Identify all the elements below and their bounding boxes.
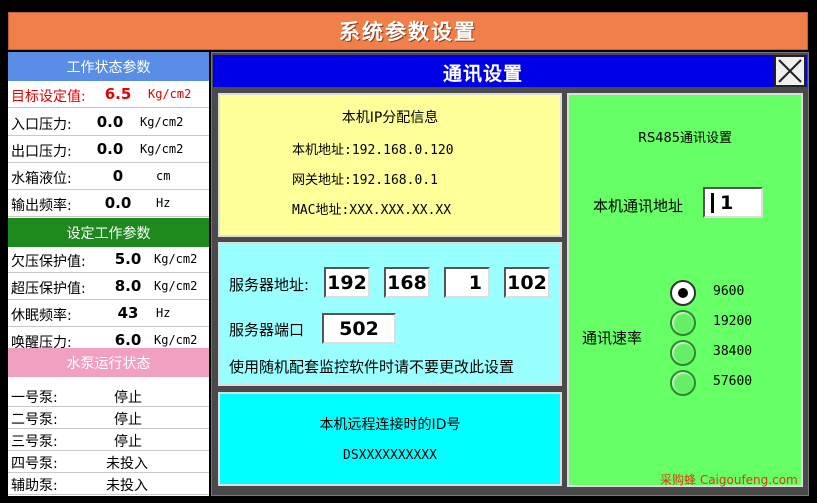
pump-label: 一号泵: (11, 390, 58, 406)
setting-label: 超压保护值: (11, 281, 86, 297)
app-title: 系统参数设置 (339, 19, 477, 44)
remote-id-panel: 本机远程连接时的ID号 DSXXXXXXXXXX (218, 392, 562, 486)
baud-radio-57600[interactable] (670, 370, 696, 396)
setting-value[interactable]: 6.0 (108, 331, 148, 349)
status-value: 0.0 (96, 140, 124, 158)
server-ip-octet-4[interactable]: 102 (504, 267, 550, 298)
close-button[interactable] (774, 55, 806, 87)
remote-id-value: DSXXXXXXXXXX (343, 448, 437, 463)
status-unit: Kg/cm2 (140, 115, 184, 129)
status-row-inlet: 入口压力: 0.0 Kg/cm2 (8, 110, 209, 136)
setting-unit: Hz (156, 306, 171, 320)
status-label: 目标设定值: (11, 89, 86, 105)
close-x-icon (778, 59, 802, 83)
status-label: 输出频率: (11, 198, 72, 214)
status-row-outlet: 出口压力: 0.0 Kg/cm2 (8, 137, 209, 163)
server-ip-octet-2[interactable]: 168 (384, 267, 430, 298)
setting-unit: Kg/cm2 (154, 333, 198, 347)
pumps-header: 水泵运行状态 (8, 348, 209, 377)
status-label: 出口压力: (11, 144, 72, 160)
pump-label: 二号泵: (11, 412, 58, 428)
pump-row-1: 一号泵: 停止 (8, 385, 209, 407)
server-port-label: 服务器端口 (229, 321, 305, 339)
status-unit: Kg/cm2 (148, 87, 192, 101)
local-address: 本机地址:192.168.0.120 (292, 143, 454, 158)
pump-status: 停止 (114, 390, 142, 406)
pump-row-3: 三号泵: 停止 (8, 429, 209, 451)
baud-option-label: 19200 (713, 314, 753, 329)
settings-header: 设定工作参数 (8, 218, 209, 247)
server-ip-octet-3[interactable]: 1 (444, 267, 490, 298)
rs485-address-label: 本机通讯地址 (593, 197, 684, 215)
status-value: 0.0 (104, 194, 132, 212)
status-unit: Kg/cm2 (140, 142, 184, 156)
status-value: 6.5 (104, 85, 132, 103)
pump-label: 辅助泵: (11, 478, 58, 494)
server-port-field[interactable]: 502 (322, 313, 396, 344)
status-label: 水箱液位: (11, 171, 72, 187)
server-settings-panel: 服务器地址: 192 168 1 102 服务器端口 502 使用随机配套监控软… (218, 242, 562, 386)
dialog-title: 通讯设置 (442, 63, 523, 85)
status-row-frequency: 输出频率: 0.0 Hz (8, 191, 209, 217)
status-unit: Hz (156, 196, 171, 210)
ip-info-panel: 本机IP分配信息 本机地址:192.168.0.120 网关地址:192.168… (218, 93, 562, 237)
remote-id-title: 本机远程连接时的ID号 (319, 417, 461, 433)
setting-value[interactable]: 43 (108, 304, 148, 322)
pump-status: 停止 (114, 412, 142, 428)
rs485-panel: RS485通讯设置 本机通讯地址 1 通讯速率 9600 19200 38400… (567, 93, 803, 487)
pump-row-4: 四号泵: 未投入 (8, 451, 209, 473)
pump-row-2: 二号泵: 停止 (8, 407, 209, 429)
pump-status: 未投入 (106, 456, 148, 472)
setting-value[interactable]: 5.0 (108, 250, 148, 268)
baud-option-label: 57600 (713, 374, 753, 389)
status-row-tank-level: 水箱液位: 0 cm (8, 164, 209, 190)
setting-unit: Kg/cm2 (154, 279, 198, 293)
status-value: 0.0 (96, 113, 124, 131)
baud-radio-19200[interactable] (670, 310, 696, 336)
left-status-panel: 工作状态参数 目标设定值: 6.5 Kg/cm2 入口压力: 0.0 Kg/cm… (8, 52, 209, 496)
ip-info-title: 本机IP分配信息 (341, 110, 439, 126)
setting-label: 欠压保护值: (11, 254, 86, 270)
mac-address: MAC地址:XXX.XXX.XX.XX (292, 203, 452, 218)
status-value: 0 (112, 167, 124, 185)
server-note: 使用随机配套监控软件时请不要更改此设置 (229, 358, 515, 376)
baud-radio-9600[interactable] (670, 280, 696, 306)
app-header: 系统参数设置 (8, 12, 808, 50)
pump-row-aux: 辅助泵: 未投入 (8, 473, 209, 495)
gateway-address: 网关地址:192.168.0.1 (292, 173, 438, 188)
rs485-address-field[interactable]: 1 (703, 187, 763, 218)
setting-row-underpressure[interactable]: 欠压保护值: 5.0 Kg/cm2 (8, 247, 209, 273)
baud-rate-label: 通讯速率 (582, 329, 643, 347)
setting-row-sleep-frequency[interactable]: 休眠频率: 43 Hz (8, 301, 209, 327)
work-status-header: 工作状态参数 (8, 52, 209, 81)
baud-option-label: 9600 (713, 284, 745, 299)
watermark: 采购蜂 Caigoufeng.com (660, 473, 798, 487)
pump-label: 四号泵: (11, 456, 58, 472)
baud-radio-38400[interactable] (670, 340, 696, 366)
setting-label: 休眠频率: (11, 308, 72, 324)
pump-label: 三号泵: (11, 434, 58, 450)
rs485-address-value: 1 (720, 191, 734, 214)
setting-row-overpressure[interactable]: 超压保护值: 8.0 Kg/cm2 (8, 274, 209, 300)
pump-status: 未投入 (106, 478, 148, 494)
baud-option-label: 38400 (713, 344, 753, 359)
pumps-title: 水泵运行状态 (66, 355, 151, 372)
status-row-target: 目标设定值: 6.5 Kg/cm2 (8, 82, 209, 108)
dialog-title-bar: 通讯设置 (213, 55, 807, 87)
server-address-label: 服务器地址: (229, 276, 310, 294)
text-cursor-icon (711, 192, 714, 213)
status-unit: cm (156, 169, 171, 183)
setting-unit: Kg/cm2 (154, 252, 198, 266)
rs485-title: RS485通讯设置 (637, 131, 733, 146)
server-ip-octet-1[interactable]: 192 (324, 267, 370, 298)
settings-title: 设定工作参数 (66, 225, 151, 242)
pump-status: 停止 (114, 434, 142, 450)
work-status-title: 工作状态参数 (66, 59, 151, 76)
status-label: 入口压力: (11, 117, 72, 133)
setting-value[interactable]: 8.0 (108, 277, 148, 295)
